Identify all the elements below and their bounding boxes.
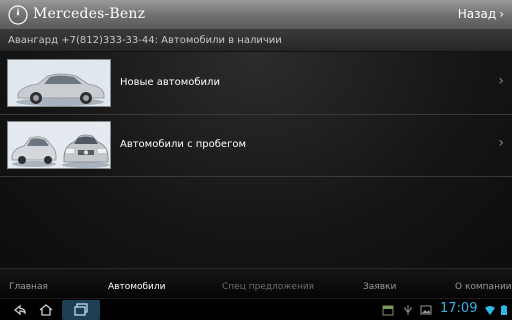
car-category-list: Новые автомобили › Автомобили с пробегом… [0,52,512,268]
recent-apps-icon [74,303,88,316]
nav-item-cars[interactable]: Автомобили [108,282,166,292]
recent-apps-button[interactable] [62,300,100,320]
used-car-thumbnail [7,121,111,169]
list-item-used-cars[interactable]: Автомобили с пробегом › [0,115,512,177]
chevron-right-icon: › [498,73,504,89]
back-arrow-icon[interactable] [12,302,28,318]
dealer-info: Авангард +7(812)333-33-44: Автомобили в … [8,35,282,46]
list-item-label: Автомобили с пробегом [120,139,246,150]
back-button[interactable]: Назад › [458,7,504,21]
car-image [8,122,110,168]
app-header: Mercedes-Benz Назад › [0,0,512,30]
brand-title: Mercedes-Benz [33,6,146,22]
dealer-bar: Авангард +7(812)333-33-44: Автомобили в … [0,30,512,52]
back-label: Назад [457,7,497,21]
list-item-new-cars[interactable]: Новые автомобили › [0,53,512,115]
wifi-icon [485,306,495,315]
image-icon [420,305,432,315]
nav-item-home[interactable]: Главная [9,282,48,292]
nav-item-about[interactable]: О компании [455,282,512,292]
usb-icon [404,305,412,315]
list-item-label: Новые автомобили [120,77,220,88]
home-icon[interactable] [38,302,54,318]
mercedes-star-icon [8,5,28,25]
calendar-icon [382,305,394,316]
battery-icon [501,305,507,315]
chevron-right-icon: › [498,135,504,151]
new-car-thumbnail [7,59,111,107]
app-window: Mercedes-Benz Назад › Авангард +7(812)33… [0,0,512,320]
car-image [8,60,110,106]
nav-item-special-offers[interactable]: Спец предложения [222,282,314,292]
bottom-nav: Главная Автомобили Спец предложения Заяв… [0,268,512,298]
system-bar: 17:09 [0,298,512,320]
chevron-right-icon: › [499,7,504,21]
nav-item-requests[interactable]: Заявки [363,282,396,292]
clock: 17:09 [440,301,478,316]
